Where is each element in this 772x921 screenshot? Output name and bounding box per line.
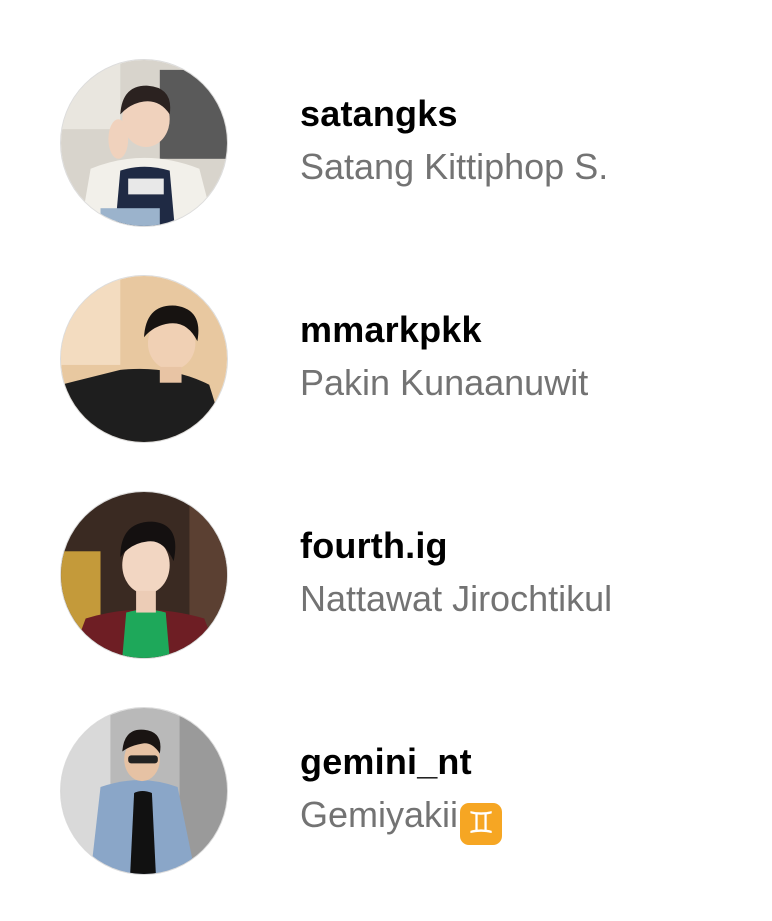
- account-texts: fourth.ig Nattawat Jirochtikul: [300, 523, 612, 627]
- username[interactable]: mmarkpkk: [300, 307, 588, 353]
- avatar[interactable]: [60, 59, 228, 227]
- avatar[interactable]: [60, 491, 228, 659]
- account-row-satangks[interactable]: satangks Satang Kittiphop S.: [0, 43, 772, 243]
- full-name-text: Gemiyakii: [300, 794, 459, 835]
- avatar[interactable]: [60, 275, 228, 443]
- full-name: Nattawat Jirochtikul: [300, 578, 613, 619]
- username[interactable]: satangks: [300, 91, 608, 137]
- account-texts: mmarkpkk Pakin Kunaanuwit: [300, 307, 588, 411]
- full-name: Satang Kittiphop S.: [300, 146, 609, 187]
- account-row-mmarkpkk[interactable]: mmarkpkk Pakin Kunaanuwit: [0, 259, 772, 459]
- full-name: Gemiyakii ♊: [300, 787, 503, 845]
- avatar[interactable]: [60, 707, 228, 875]
- account-texts: satangks Satang Kittiphop S.: [300, 91, 608, 195]
- username[interactable]: fourth.ig: [300, 523, 612, 569]
- profile-photo-icon: [61, 276, 227, 442]
- account-texts: gemini_nt Gemiyakii ♊: [300, 739, 503, 845]
- account-row-gemini-nt[interactable]: gemini_nt Gemiyakii ♊: [0, 691, 772, 891]
- profile-photo-icon: [61, 708, 227, 874]
- username[interactable]: gemini_nt: [300, 739, 502, 785]
- profile-photo-icon: [61, 60, 227, 226]
- account-row-fourth-ig[interactable]: fourth.ig Nattawat Jirochtikul: [0, 475, 772, 675]
- account-list: satangks Satang Kittiphop S. mmarkpkk Pa…: [0, 0, 772, 921]
- full-name: Pakin Kunaanuwit: [300, 362, 589, 403]
- profile-photo-icon: [61, 492, 227, 658]
- gemini-zodiac-icon: ♊: [460, 803, 503, 845]
